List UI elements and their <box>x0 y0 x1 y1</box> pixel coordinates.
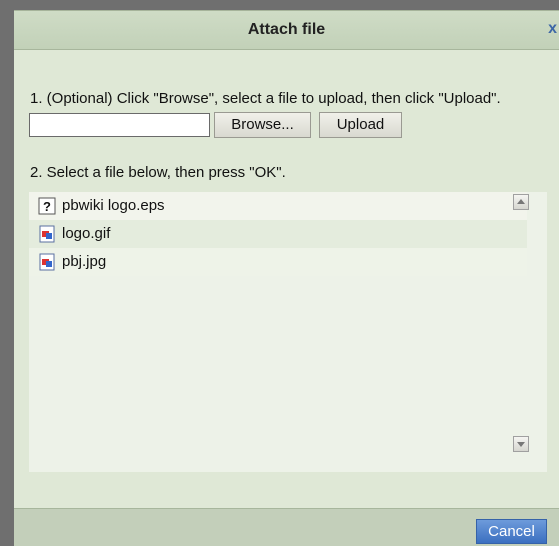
dialog-footer: Cancel <box>14 508 559 546</box>
list-item[interactable]: pbj.jpg <box>29 248 527 276</box>
unknown-file-icon: ? <box>38 197 56 215</box>
dialog-title: Attach file <box>247 21 326 38</box>
dialog-titlebar: Attach file x <box>14 11 559 50</box>
file-name: pbwiki logo.eps <box>62 197 165 214</box>
file-path-input[interactable] <box>29 113 210 137</box>
chevron-up-icon <box>517 199 525 204</box>
attach-file-dialog: Attach file x 1. (Optional) Click "Brows… <box>14 10 559 546</box>
cancel-button[interactable]: Cancel <box>476 519 547 544</box>
file-name: pbj.jpg <box>62 253 107 270</box>
image-file-icon <box>39 225 55 243</box>
browse-button[interactable]: Browse... <box>214 112 311 138</box>
step1-instructions: 1. (Optional) Click "Browse", select a f… <box>30 90 501 107</box>
scroll-up-button[interactable] <box>513 194 529 210</box>
file-name: logo.gif <box>62 225 111 242</box>
image-file-icon <box>39 253 55 271</box>
upload-button[interactable]: Upload <box>319 112 402 138</box>
list-item[interactable]: logo.gif <box>29 220 527 248</box>
svg-text:?: ? <box>43 199 51 214</box>
close-icon[interactable]: x <box>548 20 557 38</box>
chevron-down-icon <box>517 442 525 447</box>
file-list: ? pbwiki logo.eps logo.gif pbj.jpg <box>29 192 547 472</box>
list-item[interactable]: ? pbwiki logo.eps <box>29 192 527 220</box>
step2-instructions: 2. Select a file below, then press "OK". <box>30 164 286 181</box>
scroll-down-button[interactable] <box>513 436 529 452</box>
